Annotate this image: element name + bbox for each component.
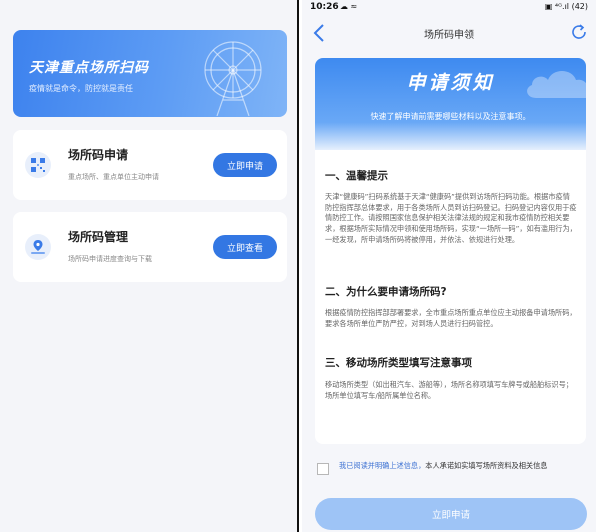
agreement-text[interactable]: 我已阅读并明确上述信息，本人承诺如实填写场所资料及相关信息	[339, 460, 589, 472]
agreement-row: 我已阅读并明确上述信息，本人承诺如实填写场所资料及相关信息	[315, 460, 590, 486]
section-title: 一、温馨提示	[325, 170, 388, 182]
page-title: 场所码申领	[424, 30, 474, 41]
submit-apply-button[interactable]: 立即申请	[315, 498, 587, 530]
notice-card: 申请须知 快速了解申请前需要哪些材料以及注意事项。 一、温馨提示 天津“健康码”…	[315, 58, 586, 444]
banner-subtitle: 疫情就是命令，防控就是责任	[29, 84, 133, 93]
ferris-wheel-icon	[204, 41, 262, 116]
signal-battery-icons: ▣ ⁴ᴳ.ıl (42)	[544, 2, 588, 11]
notice-header: 申请须知 快速了解申请前需要哪些材料以及注意事项。	[315, 58, 586, 150]
notification-icons: ☁ ≈	[340, 2, 358, 11]
status-bar: 10:26 ☁ ≈ ▣ ⁴ᴳ.ıl (42)	[302, 0, 596, 16]
agreement-text-part1: 我已阅读并明确上述信息，	[339, 461, 426, 470]
banner-title: 天津重点场所扫码	[29, 60, 149, 76]
section-title: 二、为什么要申请场所码?	[325, 286, 447, 298]
left-screen: 天津重点场所扫码 疫情就是命令，防控就是责任 场所码申请 重点场所、重点单位主动…	[0, 0, 299, 532]
apply-now-button[interactable]: 立即申请	[213, 153, 277, 177]
section-body: 天津“健康码”扫码系统基于天津“健康码”提供到访场所扫码功能。根据市疫情防控指挥…	[325, 192, 577, 244]
notice-heading: 申请须知	[406, 72, 495, 94]
card-title: 场所码管理	[68, 230, 129, 244]
card-subtitle: 重点场所、重点单位主动申请	[68, 173, 159, 181]
location-pin-icon	[25, 234, 51, 260]
view-now-button[interactable]: 立即查看	[213, 235, 277, 259]
refresh-icon[interactable]	[570, 23, 588, 41]
agreement-text-part2: 本人承诺如实填写场所资料及相关信息	[425, 461, 548, 470]
card-title: 场所码申请	[68, 148, 129, 162]
status-time: 10:26	[310, 2, 339, 12]
notice-intro: 快速了解申请前需要哪些材料以及注意事项。	[370, 112, 531, 121]
section-title: 三、移动场所类型填写注意事项	[325, 357, 472, 369]
card-subtitle: 场所码申请进度查询与下载	[68, 255, 152, 263]
apply-code-card[interactable]: 场所码申请 重点场所、重点单位主动申请 立即申请	[13, 130, 287, 200]
banner: 天津重点场所扫码 疫情就是命令，防控就是责任	[13, 30, 287, 117]
qr-code-icon	[25, 152, 51, 178]
right-screen: 10:26 ☁ ≈ ▣ ⁴ᴳ.ıl (42) 场所码申领 申请须知 快速了解申请…	[302, 0, 596, 532]
section-body: 根据疫情防控指挥部部署要求，全市重点场所重点单位应主动报备申请场所码，要求各场所…	[325, 308, 577, 328]
manage-code-card[interactable]: 场所码管理 场所码申请进度查询与下载 立即查看	[13, 212, 287, 282]
navbar: 场所码申领	[302, 16, 596, 50]
agreement-checkbox[interactable]	[317, 463, 329, 475]
section-body: 移动场所类型（如出租汽车、游船等），场所名称项填写车牌号或船舶标识号；场所单位填…	[325, 380, 573, 400]
